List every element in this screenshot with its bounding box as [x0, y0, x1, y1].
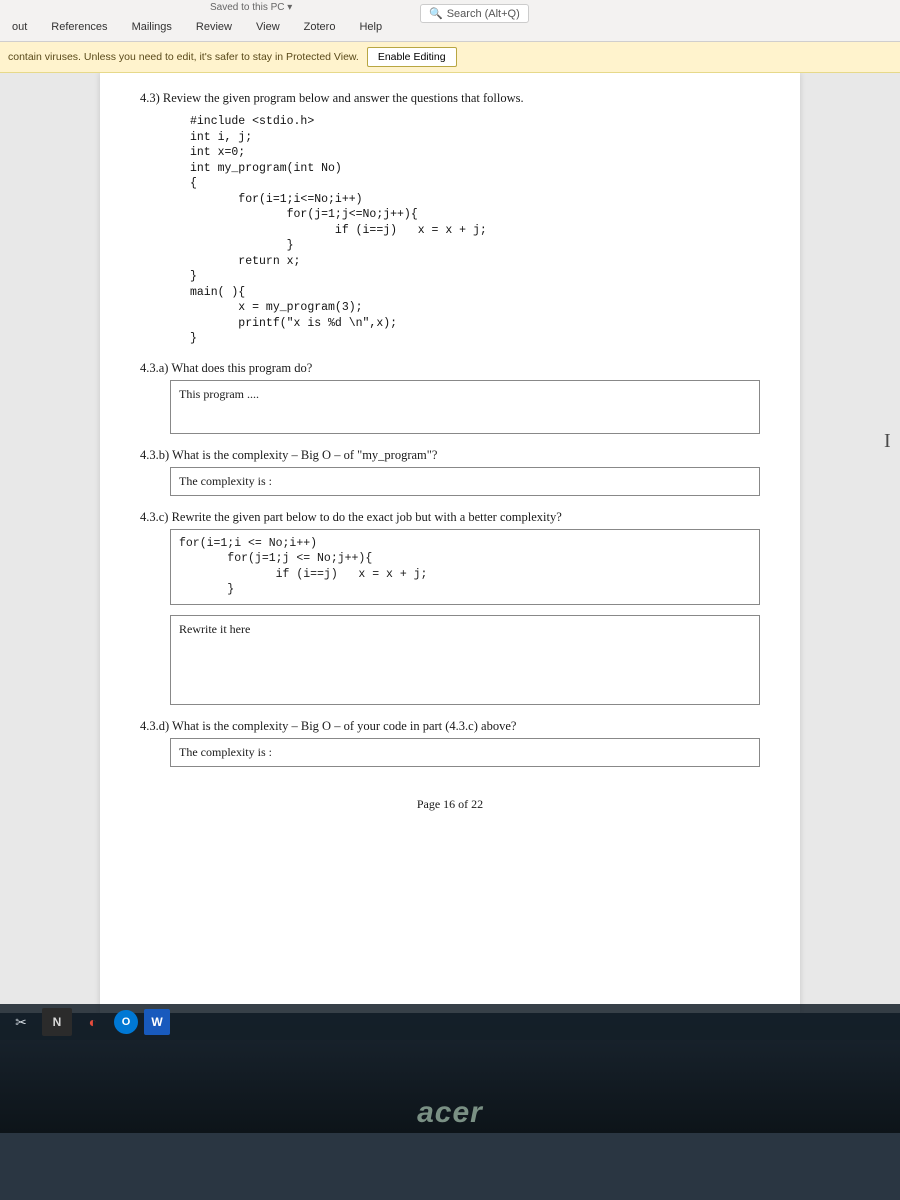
- cursor-ibeam: I: [884, 430, 896, 476]
- taskbar-app-word[interactable]: W: [144, 1009, 170, 1035]
- question-4-3: 4.3) Review the given program below and …: [140, 91, 760, 106]
- answer-b-text: The complexity is :: [179, 474, 272, 488]
- search-icon: 🔍: [429, 7, 443, 20]
- answer-box-a[interactable]: This program ....: [170, 380, 760, 434]
- title-autosave: Saved to this PC ▾: [210, 2, 292, 13]
- answer-d-text: The complexity is :: [179, 745, 272, 759]
- search-box[interactable]: 🔍 Search (Alt+Q): [420, 4, 529, 23]
- tab-references[interactable]: References: [39, 15, 119, 41]
- code-block-main: #include <stdio.h> int i, j; int x=0; in…: [190, 114, 760, 347]
- taskbar-app-n[interactable]: N: [42, 1008, 72, 1036]
- page-number: Page 16 of 22: [140, 797, 760, 812]
- search-placeholder: Search (Alt+Q): [447, 8, 520, 20]
- question-4-3-b: 4.3.b) What is the complexity – Big O – …: [140, 448, 760, 463]
- windows-taskbar: ✂ N ◐ O W: [0, 1004, 900, 1040]
- code-block-c: for(i=1;i <= No;i++) for(j=1;j <= No;j++…: [170, 529, 760, 605]
- answer-c-text: Rewrite it here: [179, 622, 250, 636]
- answer-a-text: This program ....: [179, 387, 259, 401]
- ribbon: Saved to this PC ▾ 🔍 Search (Alt+Q) out …: [0, 0, 900, 42]
- taskbar-app-office[interactable]: ◐: [78, 1008, 108, 1036]
- tab-zotero[interactable]: Zotero: [292, 15, 348, 41]
- protected-view-bar: contain viruses. Unless you need to edit…: [0, 42, 900, 73]
- tab-out[interactable]: out: [0, 15, 39, 41]
- question-4-3-a: 4.3.a) What does this program do?: [140, 361, 760, 376]
- tab-mailings[interactable]: Mailings: [120, 15, 184, 41]
- answer-box-d[interactable]: The complexity is :: [170, 738, 760, 767]
- answer-box-c[interactable]: Rewrite it here: [170, 615, 760, 705]
- tab-review[interactable]: Review: [184, 15, 244, 41]
- document-canvas[interactable]: 4.3) Review the given program below and …: [0, 73, 900, 1013]
- question-4-3-d: 4.3.d) What is the complexity – Big O – …: [140, 719, 760, 734]
- protected-view-msg: contain viruses. Unless you need to edit…: [8, 51, 359, 63]
- question-4-3-c: 4.3.c) Rewrite the given part below to d…: [140, 510, 760, 525]
- laptop-brand-logo: acer: [0, 1096, 900, 1130]
- tab-help[interactable]: Help: [347, 15, 394, 41]
- ribbon-tabs: out References Mailings Review View Zote…: [0, 15, 394, 41]
- document-page: 4.3) Review the given program below and …: [100, 73, 800, 1013]
- answer-box-b[interactable]: The complexity is :: [170, 467, 760, 496]
- enable-editing-button[interactable]: Enable Editing: [367, 47, 457, 67]
- tab-view[interactable]: View: [244, 15, 292, 41]
- taskbar-app-outlook[interactable]: O: [114, 1010, 138, 1034]
- snip-icon[interactable]: ✂: [6, 1008, 36, 1036]
